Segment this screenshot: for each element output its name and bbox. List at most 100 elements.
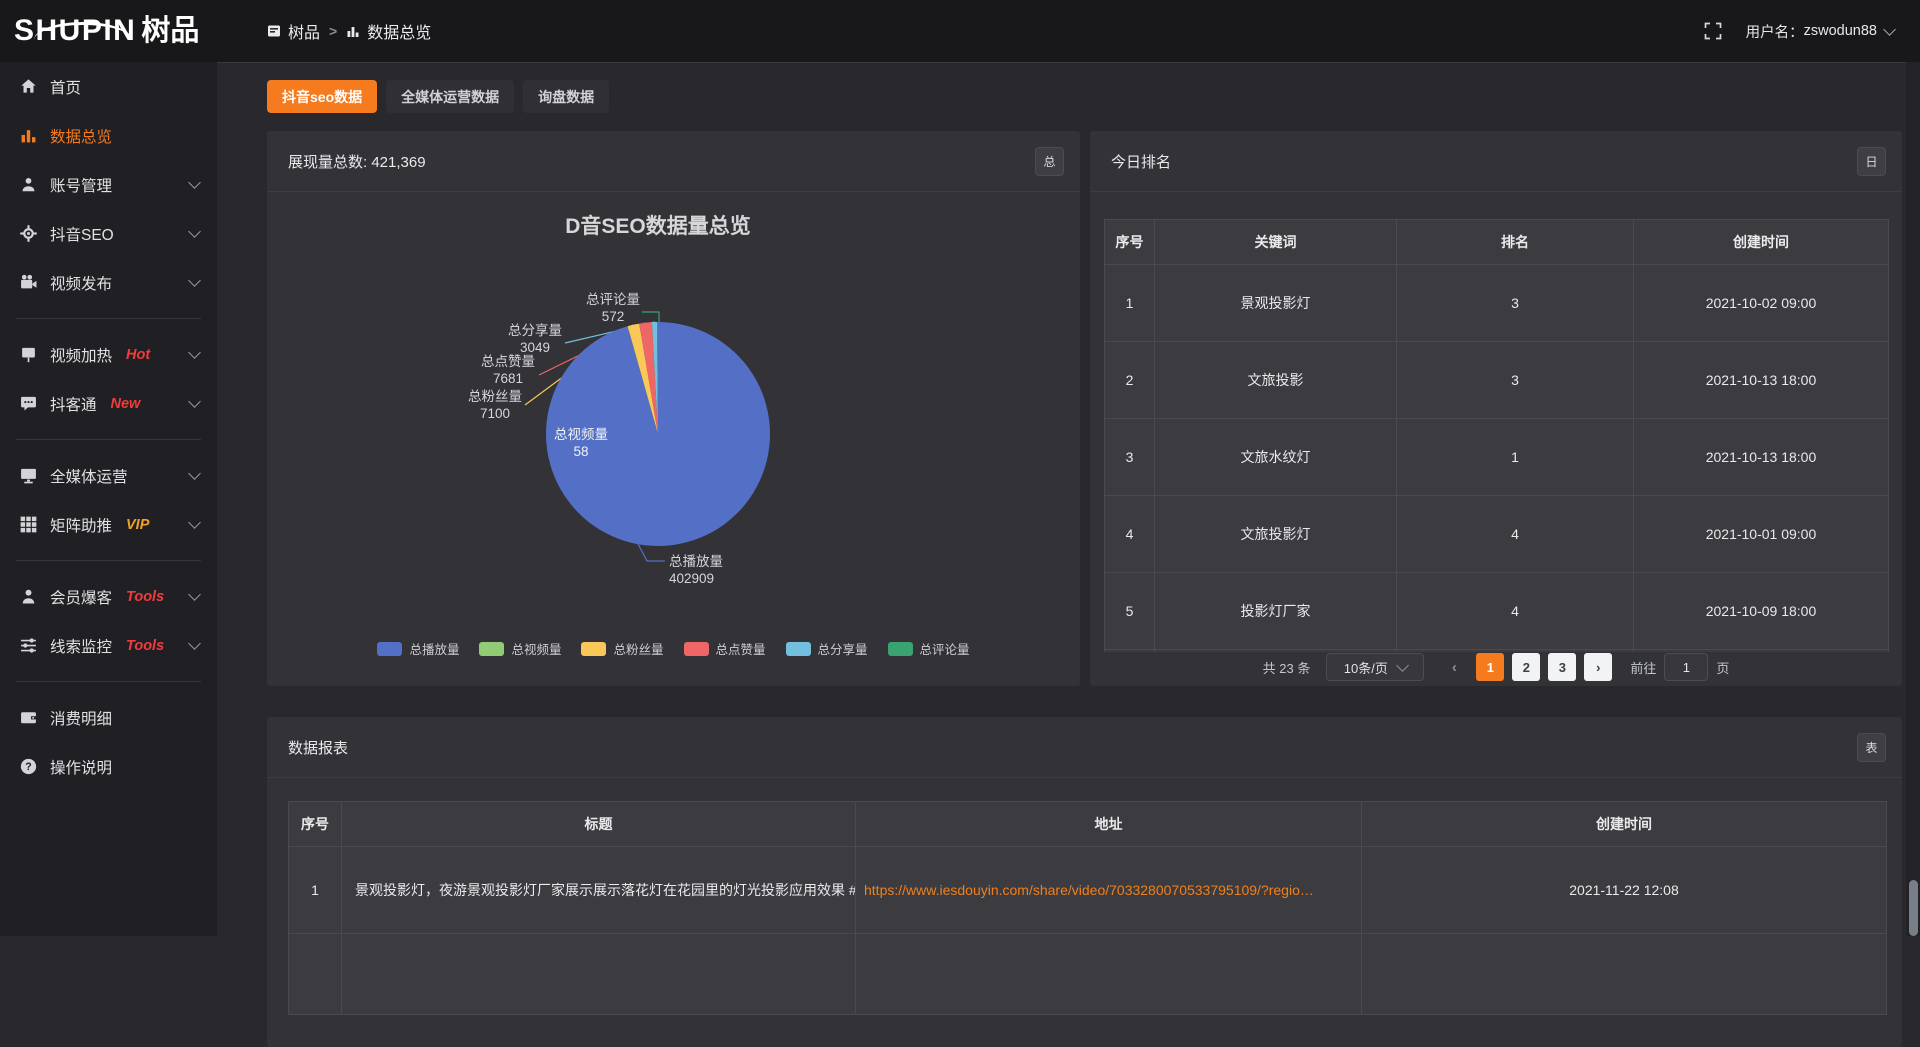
goto-suffix: 页 (1716, 658, 1729, 677)
ranking-corner-button[interactable]: 日 (1857, 147, 1886, 176)
sidebar-item-member[interactable]: 会员爆客Tools (0, 572, 217, 621)
home-icon (20, 78, 38, 95)
table-cell: 2021-10-13 18:00 (1634, 342, 1889, 419)
table-row: 2文旅投影32021-10-13 18:00 (1105, 342, 1889, 419)
app-window-icon (267, 24, 281, 38)
wallet-icon (20, 709, 38, 726)
svg-text:?: ? (25, 761, 31, 773)
legend-item-2[interactable]: 总粉丝量 (581, 639, 663, 658)
chevron-down-icon (188, 225, 201, 238)
sidebar-item-home[interactable]: 首页 (0, 62, 217, 111)
sidebar-item-sliders[interactable]: 线索监控Tools (0, 621, 217, 670)
sidebar-divider (16, 439, 201, 440)
username-value: zswodun88 (1804, 23, 1877, 39)
table-row: 3文旅水纹灯12021-10-13 18:00 (1105, 419, 1889, 496)
page-scrollbar[interactable] (1906, 0, 1920, 936)
sidebar-item-wallet[interactable]: 消费明细 (0, 693, 217, 742)
table-cell: 2 (1105, 342, 1155, 419)
table-cell: 1 (289, 847, 342, 934)
sidebar-item-chat[interactable]: 抖客通New (0, 379, 217, 428)
scrollbar-thumb[interactable] (1909, 880, 1918, 936)
column-header: 创建时间 (1634, 220, 1889, 265)
pagination-total: 共 23 条 (1263, 658, 1311, 677)
sidebar-item-chart[interactable]: 数据总览 (0, 111, 217, 160)
pie-label: 总视频量 (554, 427, 608, 442)
video-link[interactable]: https://www.iesdouyin.com/share/video/70… (856, 847, 1362, 934)
ranking-panel-header: 今日排名 日 (1090, 131, 1902, 192)
sidebar-item-label: 矩阵助推 (50, 514, 112, 536)
breadcrumb-item-home[interactable]: 树品 (267, 19, 320, 43)
pie-label: 7100 (480, 406, 510, 421)
pie-label: 总点赞量 (481, 354, 535, 369)
gear-icon (20, 225, 38, 242)
fullscreen-icon[interactable] (1704, 22, 1722, 40)
column-header: 排名 (1397, 220, 1634, 265)
page-button-1[interactable]: 1 (1476, 653, 1504, 681)
overview-panel: 展现量总数: 421,369 总 D音SEO数据量总览 总播放量402909总视… (267, 131, 1080, 686)
tab-2[interactable]: 询盘数据 (523, 80, 609, 113)
sidebar-item-label: 全媒体运营 (50, 465, 128, 487)
legend-label: 总粉丝量 (613, 639, 663, 658)
legend-item-5[interactable]: 总评论量 (888, 639, 970, 658)
sidebar-badge: New (111, 396, 141, 412)
page-buttons: 123 (1476, 653, 1576, 681)
goto-label: 前往 (1630, 658, 1656, 677)
pie-label: 572 (602, 309, 625, 324)
tab-0[interactable]: 抖音seo数据 (267, 80, 377, 113)
table-row-partial (1105, 650, 1889, 653)
goto-page-input[interactable] (1664, 653, 1708, 681)
pie-label: 7681 (493, 371, 523, 386)
sidebar-item-board[interactable]: 视频加热 Hot (0, 330, 217, 379)
pie-label: 3049 (520, 340, 550, 355)
tab-1[interactable]: 全媒体运营数据 (386, 80, 514, 113)
sidebar-item-monitor[interactable]: 全媒体运营 (0, 451, 217, 500)
breadcrumb-label: 数据总览 (367, 19, 431, 43)
sidebar-item-grid[interactable]: 矩阵助推VIP (0, 500, 217, 549)
sidebar-item-help[interactable]: ?操作说明 (0, 742, 217, 791)
sidebar-badge: Hot (126, 347, 150, 363)
legend-label: 总播放量 (409, 639, 459, 658)
table-cell: 2021-10-09 18:00 (1634, 573, 1889, 650)
page-size-value: 10条/页 (1344, 658, 1388, 677)
pie-label: 58 (573, 444, 588, 459)
table-row: 5投影灯厂家42021-10-09 18:00 (1105, 573, 1889, 650)
legend-item-1[interactable]: 总视频量 (479, 639, 561, 658)
legend-item-0[interactable]: 总播放量 (377, 639, 459, 658)
sidebar-item-user[interactable]: 账号管理 (0, 160, 217, 209)
column-header: 关键词 (1155, 220, 1397, 265)
report-corner-button[interactable]: 表 (1857, 733, 1886, 762)
page-button-2[interactable]: 2 (1512, 653, 1540, 681)
prev-page-button[interactable]: ‹ (1440, 653, 1468, 681)
overview-total-label: 展现量总数: 421,369 (288, 151, 426, 172)
help-icon: ? (20, 758, 38, 775)
overview-panel-header: 展现量总数: 421,369 总 (267, 131, 1080, 192)
legend-swatch (479, 642, 504, 656)
chevron-down-icon (188, 637, 201, 650)
legend-item-4[interactable]: 总分享量 (786, 639, 868, 658)
page-size-select[interactable]: 10条/页 (1326, 653, 1424, 681)
sidebar-item-gear[interactable]: 抖音SEO (0, 209, 217, 258)
legend-item-3[interactable]: 总点赞量 (684, 639, 766, 658)
sidebar-item-video[interactable]: 视频发布 (0, 258, 217, 307)
topbar: SHUPIN 树品 树品 > 数据总览 用户名：zswodun88 (0, 0, 1920, 62)
user-menu[interactable]: 用户名：zswodun88 (1746, 21, 1894, 42)
bar-chart-icon (346, 24, 360, 38)
chevron-down-icon (188, 274, 201, 287)
legend-label: 总点赞量 (716, 639, 766, 658)
report-panel-title: 数据报表 (288, 737, 348, 758)
overview-corner-button[interactable]: 总 (1035, 147, 1064, 176)
chevron-down-icon (188, 395, 201, 408)
legend-label: 总评论量 (920, 639, 970, 658)
page-button-3[interactable]: 3 (1548, 653, 1576, 681)
column-header: 序号 (289, 802, 342, 847)
breadcrumb-item-current[interactable]: 数据总览 (346, 19, 431, 43)
table-cell: 4 (1397, 496, 1634, 573)
seo-pie-chart: D音SEO数据量总览 总播放量402909总视频量58总粉丝量7100总点赞量7… (267, 193, 1080, 637)
table-cell: 景观投影灯，夜游景观投影灯厂家展示展示落花灯在花园里的灯光投影应用效果 # (342, 847, 856, 934)
next-page-button[interactable]: › (1584, 653, 1612, 681)
ranking-panel: 今日排名 日 序号关键词排名创建时间1景观投影灯32021-10-02 09:0… (1090, 131, 1902, 686)
column-header: 标题 (342, 802, 856, 847)
sidebar-item-label: 视频加热 (50, 344, 112, 366)
main-content: 抖音seo数据全媒体运营数据询盘数据 展现量总数: 421,369 总 D音SE… (217, 62, 1920, 936)
user-icon (20, 176, 38, 193)
